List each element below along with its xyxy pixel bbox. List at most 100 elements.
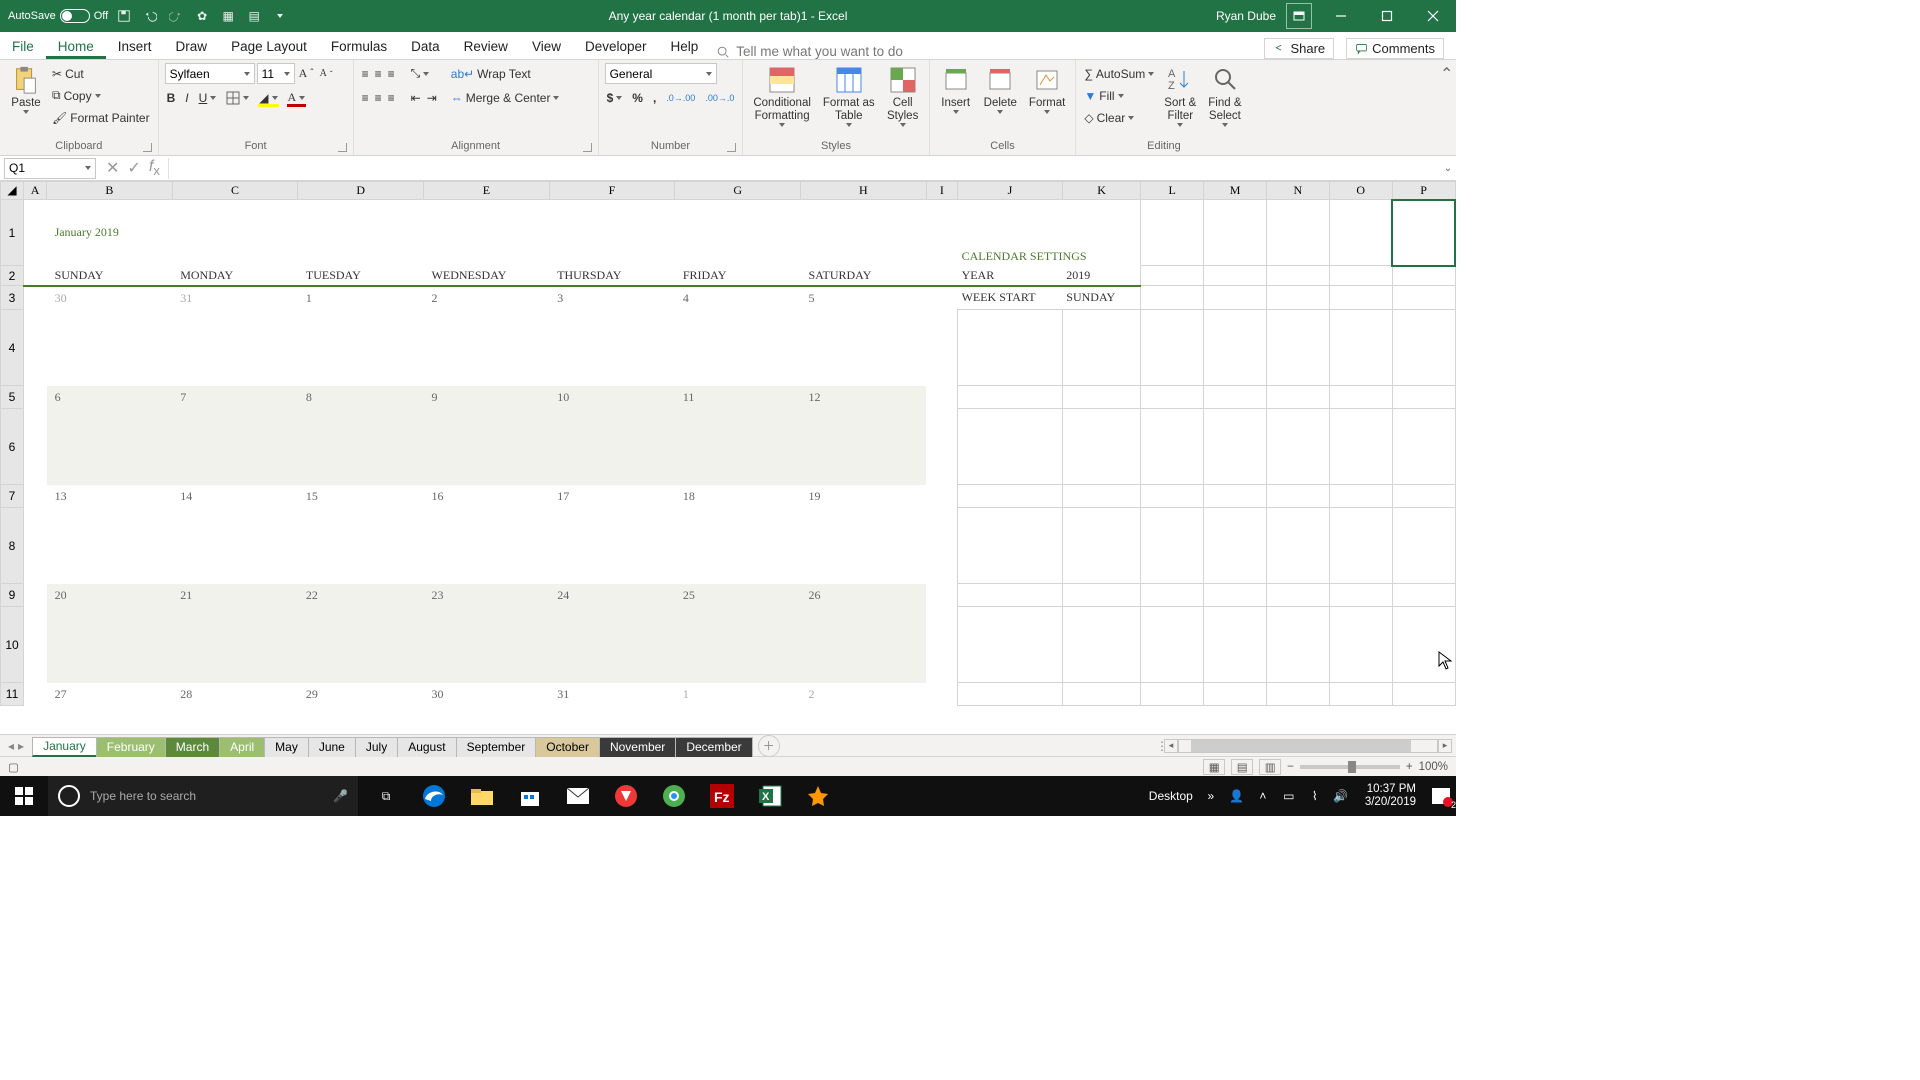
- tab-view[interactable]: View: [520, 34, 573, 59]
- tab-insert[interactable]: Insert: [106, 34, 164, 59]
- day-cell[interactable]: [298, 508, 424, 584]
- font-color-button[interactable]: A: [286, 87, 308, 108]
- day-cell[interactable]: [172, 508, 298, 584]
- mic-icon[interactable]: 🎤: [333, 789, 348, 803]
- enter-formula-icon[interactable]: ✓: [127, 158, 140, 178]
- paste-button[interactable]: Paste: [6, 63, 46, 116]
- row-header[interactable]: 2: [1, 266, 24, 286]
- day-cell[interactable]: [549, 508, 675, 584]
- dialog-launcher-icon[interactable]: [583, 143, 592, 152]
- col-header[interactable]: E: [424, 182, 550, 200]
- day-cell[interactable]: 19: [801, 485, 927, 508]
- battery-icon[interactable]: ▭: [1281, 788, 1297, 804]
- merge-center-button[interactable]: ⇔Merge & Center: [449, 87, 562, 108]
- align-middle-icon[interactable]: ≡: [373, 63, 384, 84]
- day-cell[interactable]: 12: [801, 386, 927, 409]
- day-cell[interactable]: [172, 310, 298, 386]
- format-cells-button[interactable]: Format: [1025, 63, 1069, 116]
- start-button[interactable]: [0, 776, 48, 816]
- comments-button[interactable]: Comments: [1346, 38, 1444, 59]
- cancel-formula-icon[interactable]: ✕: [106, 158, 119, 178]
- day-cell[interactable]: 31: [172, 286, 298, 310]
- sheet-tab-december[interactable]: December: [675, 737, 752, 757]
- insert-cells-button[interactable]: Insert: [936, 63, 976, 116]
- tab-file[interactable]: File: [0, 34, 46, 59]
- day-cell[interactable]: 1: [675, 683, 801, 706]
- day-cell[interactable]: [424, 310, 550, 386]
- day-cell[interactable]: [675, 607, 801, 683]
- day-cell[interactable]: [424, 508, 550, 584]
- sheet-tab-november[interactable]: November: [599, 737, 676, 757]
- sheet-tab-february[interactable]: February: [96, 737, 166, 757]
- sheet-tab-september[interactable]: September: [456, 737, 537, 757]
- row-header[interactable]: 4: [1, 310, 24, 386]
- day-cell[interactable]: [47, 607, 173, 683]
- day-cell[interactable]: [549, 310, 675, 386]
- save-icon[interactable]: [114, 6, 134, 26]
- task-view-icon[interactable]: ⧉: [364, 776, 408, 816]
- copy-button[interactable]: ⧉Copy: [50, 85, 152, 106]
- fill-button[interactable]: ▼Fill: [1082, 85, 1156, 106]
- underline-button[interactable]: U: [197, 87, 219, 108]
- align-right-icon[interactable]: ≡: [386, 87, 397, 108]
- decrease-indent-icon[interactable]: ⇤: [409, 87, 423, 108]
- tab-formulas[interactable]: Formulas: [319, 34, 399, 59]
- volume-icon[interactable]: 🔊: [1333, 788, 1349, 804]
- day-cell[interactable]: [801, 607, 927, 683]
- sheet-tab-june[interactable]: June: [308, 737, 356, 757]
- zoom-out-icon[interactable]: −: [1287, 761, 1294, 773]
- day-cell[interactable]: 30: [424, 683, 550, 706]
- currency-button[interactable]: $: [605, 87, 625, 108]
- bold-button[interactable]: B: [165, 87, 178, 108]
- select-all-corner[interactable]: ◢: [1, 182, 24, 200]
- tab-page-layout[interactable]: Page Layout: [219, 34, 319, 59]
- col-header[interactable]: D: [298, 182, 424, 200]
- row-header[interactable]: 6: [1, 409, 24, 485]
- share-button[interactable]: Share: [1264, 38, 1334, 59]
- day-cell[interactable]: [549, 607, 675, 683]
- day-cell[interactable]: [298, 607, 424, 683]
- day-cell[interactable]: [801, 409, 927, 485]
- day-cell[interactable]: [172, 607, 298, 683]
- col-header[interactable]: K: [1062, 182, 1141, 200]
- name-box[interactable]: Q1: [4, 158, 96, 179]
- increase-indent-icon[interactable]: ⇥: [425, 87, 439, 108]
- day-cell[interactable]: 20: [47, 584, 173, 607]
- align-top-icon[interactable]: ≡: [360, 63, 371, 84]
- col-header[interactable]: H: [801, 182, 927, 200]
- cell-styles-button[interactable]: Cell Styles: [883, 63, 923, 129]
- day-cell[interactable]: 4: [675, 286, 801, 310]
- day-cell[interactable]: 22: [298, 584, 424, 607]
- day-cell[interactable]: 18: [675, 485, 801, 508]
- overflow-icon[interactable]: »: [1203, 788, 1219, 804]
- vivaldi-icon[interactable]: [604, 776, 648, 816]
- dialog-launcher-icon[interactable]: [727, 143, 736, 152]
- day-cell[interactable]: 5: [801, 286, 927, 310]
- taskbar-search[interactable]: Type here to search 🎤: [48, 776, 358, 816]
- day-cell[interactable]: 9: [424, 386, 550, 409]
- excel-taskbar-icon[interactable]: X: [748, 776, 792, 816]
- zoom-slider[interactable]: [1300, 765, 1400, 769]
- increase-font-icon[interactable]: Aˆ: [297, 63, 316, 84]
- tab-home[interactable]: Home: [46, 34, 106, 59]
- day-cell[interactable]: 2: [424, 286, 550, 310]
- day-cell[interactable]: 15: [298, 485, 424, 508]
- wrap-text-button[interactable]: ab↵Wrap Text: [449, 63, 562, 84]
- clear-button[interactable]: ◇Clear: [1082, 107, 1156, 128]
- day-cell[interactable]: 8: [298, 386, 424, 409]
- sort-filter-button[interactable]: AZSort & Filter: [1160, 63, 1200, 129]
- day-cell[interactable]: [549, 409, 675, 485]
- maximize-button[interactable]: [1364, 0, 1410, 32]
- day-cell[interactable]: [298, 409, 424, 485]
- people-icon[interactable]: 👤: [1229, 788, 1245, 804]
- col-header[interactable]: L: [1141, 182, 1204, 200]
- zoom-in-icon[interactable]: +: [1406, 761, 1413, 773]
- col-header[interactable]: O: [1329, 182, 1392, 200]
- percent-button[interactable]: %: [630, 87, 645, 108]
- day-cell[interactable]: 24: [549, 584, 675, 607]
- col-header[interactable]: N: [1266, 182, 1329, 200]
- day-cell[interactable]: 28: [172, 683, 298, 706]
- sheet-tab-april[interactable]: April: [219, 737, 265, 757]
- font-size-selector[interactable]: 11: [257, 63, 295, 84]
- row-header[interactable]: 1: [1, 200, 24, 266]
